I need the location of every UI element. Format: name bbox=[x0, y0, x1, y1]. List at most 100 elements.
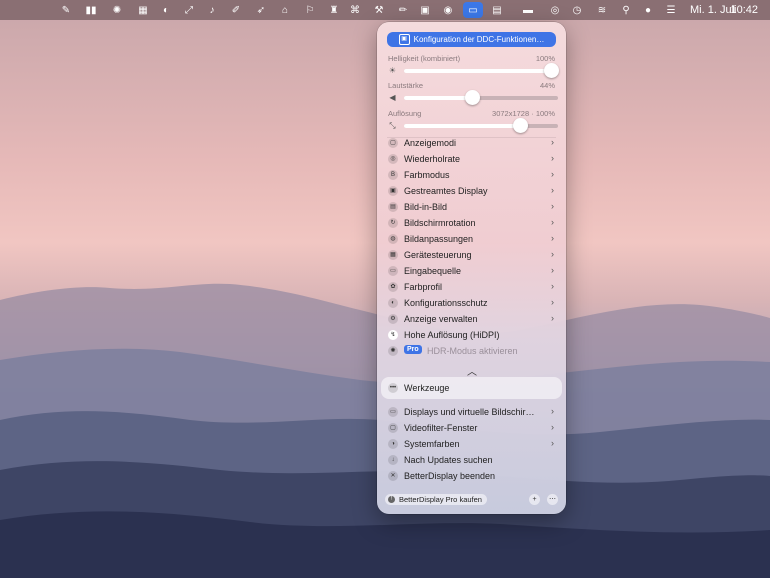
info-icon: ! bbox=[388, 496, 395, 503]
slider-fill bbox=[404, 96, 472, 100]
mask-icon[interactable]: ◉ bbox=[441, 3, 455, 17]
menu-item-farbprofil[interactable]: ✿ Farbprofil › bbox=[381, 279, 562, 295]
menu-item-anzeigemodi[interactable]: ▢ Anzeigemodi › bbox=[381, 135, 562, 151]
refresh-rate-icon: ◎ bbox=[388, 154, 398, 164]
equalizer-icon[interactable]: ▮▮ bbox=[84, 3, 98, 17]
menu-item-bild-in-bild[interactable]: ▤ Bild-in-Bild › bbox=[381, 199, 562, 215]
pro-badge: Pro bbox=[404, 345, 422, 354]
chevron-right-icon: › bbox=[551, 438, 554, 448]
wifi-icon[interactable]: ≋ bbox=[595, 3, 609, 17]
command-icon[interactable]: ⌘ bbox=[348, 3, 362, 17]
input-source-icon: ▭ bbox=[388, 266, 398, 276]
add-icon[interactable]: + bbox=[529, 494, 540, 505]
collapse-chevron-icon[interactable]: ︿ bbox=[467, 363, 477, 378]
volume-label: Lautstärke bbox=[388, 81, 424, 90]
resolution-slider[interactable] bbox=[404, 118, 558, 133]
color-mode-icon: B bbox=[388, 170, 398, 180]
chevron-right-icon: › bbox=[551, 137, 554, 147]
grid-icon[interactable]: ▦ bbox=[136, 3, 150, 17]
menu-item-wiederholrate[interactable]: ◎ Wiederholrate › bbox=[381, 151, 562, 167]
betterdisplay-menu: ▣ Konfiguration der DDC-Funktionen… Hell… bbox=[377, 22, 566, 514]
pin-icon[interactable]: ⚐ bbox=[303, 3, 317, 17]
menu-item-hdr[interactable]: ✺ Pro HDR-Modus aktivieren bbox=[381, 343, 562, 359]
hdr-icon: ✺ bbox=[388, 346, 398, 356]
chevron-right-icon: › bbox=[551, 185, 554, 195]
pen-icon[interactable]: ✐ bbox=[229, 3, 243, 17]
color-icon[interactable]: ▣ bbox=[418, 3, 432, 17]
menu-item-bildschirmrotation[interactable]: ↻ Bildschirmrotation › bbox=[381, 215, 562, 231]
chevron-right-icon: › bbox=[551, 313, 554, 323]
slider-knob[interactable] bbox=[544, 63, 559, 78]
menu-item-hidpi[interactable]: ↯ Hohe Auflösung (HiDPI) bbox=[381, 327, 562, 343]
menu-item-videofilter[interactable]: ▢ Videofilter-Fenster › bbox=[381, 420, 562, 436]
menu-item-updates[interactable]: ↓ Nach Updates suchen bbox=[381, 452, 562, 468]
chevron-right-icon: › bbox=[551, 249, 554, 259]
stream-icon: ▣ bbox=[388, 186, 398, 196]
menubar-time[interactable]: 10:42 bbox=[730, 4, 758, 16]
brightness-label: Helligkeit (kombiniert) bbox=[388, 54, 461, 63]
sun-icon: ☀ bbox=[388, 66, 397, 75]
sun-icon[interactable]: ✺ bbox=[110, 3, 124, 17]
bell-icon[interactable]: ♪ bbox=[205, 3, 219, 17]
buy-pro-button[interactable]: ! BetterDisplay Pro kaufen bbox=[385, 494, 487, 505]
system-colors-icon: ◑ bbox=[388, 439, 398, 449]
stamp-icon[interactable]: ♜ bbox=[327, 3, 341, 17]
updates-icon: ↓ bbox=[388, 455, 398, 465]
disc-icon[interactable]: ◐ bbox=[159, 3, 173, 17]
battery-icon[interactable]: ▬ bbox=[521, 3, 535, 17]
more-icon[interactable]: ⋯ bbox=[547, 494, 558, 505]
device-control-icon: ▦ bbox=[388, 250, 398, 260]
speaker-icon: ◀ bbox=[389, 93, 396, 102]
ddc-config-label: Konfiguration der DDC-Funktionen… bbox=[413, 35, 545, 44]
resolution-label: Auflösung bbox=[388, 109, 422, 118]
resolution-icon: ⤡ bbox=[389, 121, 396, 130]
clock-icon[interactable]: ◷ bbox=[570, 3, 584, 17]
tools-icon[interactable]: ⚒ bbox=[372, 3, 386, 17]
chevron-right-icon: › bbox=[551, 422, 554, 432]
menu-item-systemfarben[interactable]: ◑ Systemfarben › bbox=[381, 436, 562, 452]
volume-slider[interactable] bbox=[404, 90, 558, 105]
menu-item-konfigurationsschutz[interactable]: ◐ Konfigurationsschutz › bbox=[381, 295, 562, 311]
display-config-icon: ▣ bbox=[398, 34, 410, 45]
resize-icon[interactable]: ⤢ bbox=[182, 3, 196, 17]
menu-item-beenden[interactable]: ✕ BetterDisplay beenden bbox=[381, 468, 562, 484]
chevron-right-icon: › bbox=[551, 153, 554, 163]
home-icon[interactable]: ⌂ bbox=[278, 3, 292, 17]
sync-icon[interactable]: ◎ bbox=[548, 3, 562, 17]
slider-knob[interactable] bbox=[465, 90, 480, 105]
hidpi-icon: ↯ bbox=[388, 330, 398, 340]
control-center-icon[interactable]: ☰ bbox=[664, 3, 678, 17]
menu-item-geraetesteuerung[interactable]: ▦ Gerätesteuerung › bbox=[381, 247, 562, 263]
menu-item-gestreamtes-display[interactable]: ▣ Gestreamtes Display › bbox=[381, 183, 562, 199]
menu-item-bildanpassungen[interactable]: ◍ Bildanpassungen › bbox=[381, 231, 562, 247]
slider-knob[interactable] bbox=[513, 118, 528, 133]
buy-pro-label: BetterDisplay Pro kaufen bbox=[399, 495, 482, 504]
resolution-value: 3072x1728 · 100% bbox=[492, 109, 555, 118]
siri-icon[interactable]: ● bbox=[641, 3, 655, 17]
chevron-right-icon: › bbox=[551, 297, 554, 307]
pip-icon: ▤ bbox=[388, 202, 398, 212]
menu-item-farbmodus[interactable]: B Farbmodus › bbox=[381, 167, 562, 183]
brightness-slider[interactable] bbox=[404, 63, 559, 78]
quit-icon: ✕ bbox=[388, 471, 398, 481]
chevron-right-icon: › bbox=[551, 281, 554, 291]
brush-icon[interactable]: ✎ bbox=[59, 3, 73, 17]
display-icon[interactable]: ▭ bbox=[466, 3, 480, 17]
chevron-right-icon: › bbox=[551, 169, 554, 179]
display-modes-icon: ▢ bbox=[388, 138, 398, 148]
pencil-icon[interactable]: ✏ bbox=[396, 3, 410, 17]
manage-icon: ⚙ bbox=[388, 314, 398, 324]
menu-item-anzeige-verwalten[interactable]: ⚙ Anzeige verwalten › bbox=[381, 311, 562, 327]
ddc-config-button[interactable]: ▣ Konfiguration der DDC-Funktionen… bbox=[387, 32, 556, 47]
screen-mirror-icon[interactable]: ▤ bbox=[490, 3, 504, 17]
rotation-icon: ↻ bbox=[388, 218, 398, 228]
menu-item-werkzeuge[interactable]: ••• Werkzeuge bbox=[381, 377, 562, 399]
menu-bar: ✎ ▮▮ ✺ ▦ ◐ ⤢ ♪ ✐ ➶ ⌂ ⚐ ♜ ⌘ ⚒ ✏ ▣ ◉ ▭ ▤ ▬… bbox=[0, 0, 770, 20]
volume-value: 44% bbox=[539, 81, 555, 90]
rocket-icon[interactable]: ➶ bbox=[254, 3, 268, 17]
search-icon[interactable]: ⚲ bbox=[619, 3, 633, 17]
displays-icon: ▭ bbox=[388, 407, 398, 417]
menu-item-displays-virtual[interactable]: ▭ Displays und virtuelle Bildschir… › bbox=[381, 404, 562, 420]
slider-fill bbox=[404, 69, 558, 73]
menu-item-eingabequelle[interactable]: ▭ Eingabequelle › bbox=[381, 263, 562, 279]
